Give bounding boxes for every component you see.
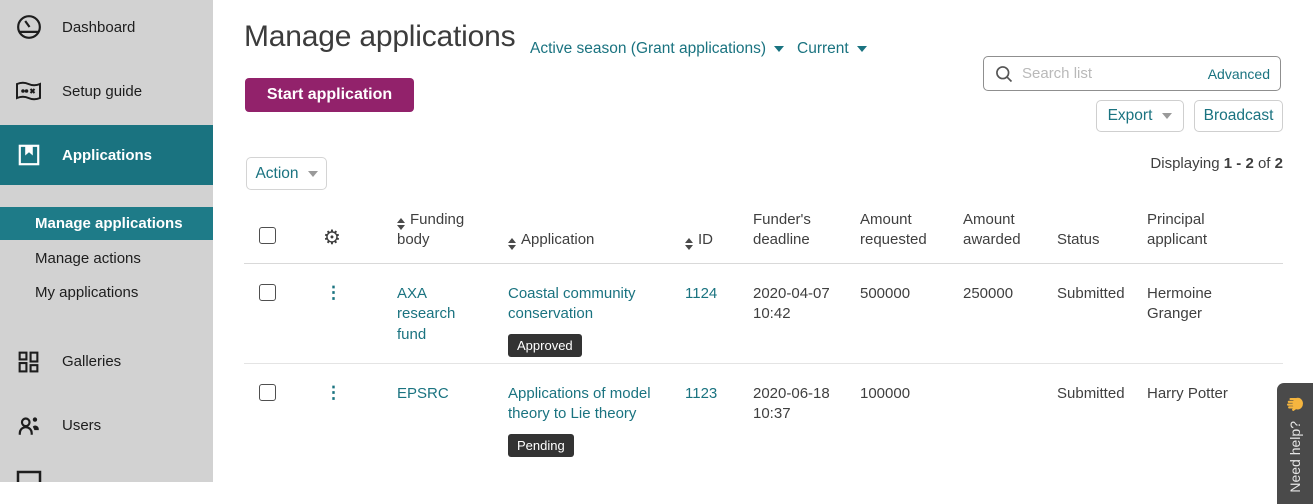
bookmark-icon <box>15 142 42 169</box>
sort-icon[interactable] <box>508 237 516 250</box>
sidebar-item-partial[interactable] <box>0 470 213 482</box>
start-application-button[interactable]: Start application <box>245 78 414 112</box>
sidebar-item-label: Users <box>62 416 102 434</box>
column-header-id[interactable]: ID <box>685 230 753 263</box>
sidebar-subitem-label: My applications <box>35 284 139 301</box>
dashboard-icon <box>15 14 42 41</box>
column-header-funding-body[interactable]: Funding body <box>397 210 508 264</box>
sidebar-item-label: Dashboard <box>62 18 136 36</box>
row-menu-kebab-icon[interactable]: ⋮ <box>323 384 342 401</box>
column-header-amount-requested: Amount requested <box>860 210 927 248</box>
sidebar-item-applications[interactable]: Applications <box>0 125 213 185</box>
chevron-down-icon <box>856 46 867 52</box>
amount-awarded-value <box>963 364 1057 464</box>
sidebar-subitem-my-applications[interactable]: My applications <box>0 276 213 309</box>
status-value: Submitted <box>1057 285 1125 302</box>
chevron-down-icon <box>1162 113 1173 119</box>
funding-body-link[interactable]: AXA research fund <box>397 285 455 343</box>
amount-requested-value: 500000 <box>860 285 911 302</box>
status-badge: Pending <box>508 433 574 458</box>
page-title: Manage applications <box>244 20 516 53</box>
row-menu-kebab-icon[interactable]: ⋮ <box>323 284 342 301</box>
amount-awarded-value: 250000 <box>963 285 1014 302</box>
column-header-application[interactable]: Application <box>508 230 685 263</box>
search-input[interactable] <box>1022 65 1208 82</box>
table-row: ⋮ AXA research fund Coastal community co… <box>244 264 1283 364</box>
view-selector-dropdown[interactable]: Current <box>797 40 867 58</box>
action-dropdown-button[interactable]: Action <box>246 157 327 190</box>
sidebar-item-dashboard[interactable]: Dashboard <box>0 7 213 47</box>
row-checkbox[interactable] <box>259 384 276 401</box>
sort-icon[interactable] <box>397 217 405 230</box>
column-header-principal-applicant: Principal applicant <box>1147 210 1208 248</box>
application-link[interactable]: Coastal community conservation <box>508 285 636 322</box>
application-id-link[interactable]: 1124 <box>685 285 717 302</box>
row-checkbox[interactable] <box>259 284 276 301</box>
status-badge: Approved <box>508 333 582 358</box>
applications-table: ⚙ Funding body Application ID Funder's d… <box>244 200 1283 464</box>
clipped-icon <box>15 463 42 490</box>
sidebar: Dashboard Setup guide Applications Manag… <box>0 0 213 482</box>
sidebar-item-label: Galleries <box>62 352 122 370</box>
application-link[interactable]: Applications of model theory to Lie theo… <box>508 385 651 422</box>
users-icon <box>15 412 42 439</box>
application-id-link[interactable]: 1123 <box>685 385 717 402</box>
funding-body-link[interactable]: EPSRC <box>397 385 449 402</box>
sort-icon[interactable] <box>685 237 693 250</box>
sidebar-item-setup-guide[interactable]: Setup guide <box>0 71 213 111</box>
column-header-status: Status <box>1057 230 1100 248</box>
sidebar-subitem-label: Manage actions <box>35 250 141 267</box>
table-header-row: ⚙ Funding body Application ID Funder's d… <box>244 200 1283 264</box>
sidebar-subitem-label: Manage applications <box>35 215 183 232</box>
main-content: Manage applications Active season (Grant… <box>213 0 1313 482</box>
waving-hand-icon <box>1287 397 1303 411</box>
column-settings-gear-icon[interactable]: ⚙ <box>323 228 341 248</box>
sidebar-item-label: Applications <box>62 146 153 164</box>
broadcast-button[interactable]: Broadcast <box>1194 100 1283 132</box>
status-value: Submitted <box>1057 385 1125 402</box>
chevron-down-icon <box>774 46 785 52</box>
sidebar-item-label: Setup guide <box>62 82 143 100</box>
sidebar-item-galleries[interactable]: Galleries <box>0 341 213 381</box>
sidebar-subitem-manage-applications[interactable]: Manage applications <box>0 207 213 240</box>
displaying-count: Displaying 1 - 2 of 2 <box>1150 155 1283 172</box>
advanced-search-link[interactable]: Advanced <box>1208 66 1270 82</box>
map-icon <box>15 78 42 105</box>
select-all-checkbox[interactable] <box>259 226 276 244</box>
sidebar-subitem-manage-actions[interactable]: Manage actions <box>0 242 213 275</box>
galleries-icon <box>15 348 42 375</box>
chevron-down-icon <box>307 170 318 177</box>
search-icon <box>994 64 1014 84</box>
funders-deadline-value: 2020-06-18 10:37 <box>753 385 830 423</box>
season-selector-dropdown[interactable]: Active season (Grant applications) <box>530 40 785 58</box>
need-help-tab[interactable]: Need help? <box>1277 383 1313 504</box>
sidebar-item-users[interactable]: Users <box>0 405 213 445</box>
column-header-amount-awarded: Amount awarded <box>963 210 1021 248</box>
table-row: ⋮ EPSRC Applications of model theory to … <box>244 364 1283 464</box>
column-header-funders-deadline: Funder's deadline <box>753 210 811 248</box>
search-box: Advanced <box>983 56 1281 91</box>
funders-deadline-value: 2020-04-07 10:42 <box>753 285 830 323</box>
principal-applicant-value: Hermoine Granger <box>1147 285 1213 323</box>
export-button[interactable]: Export <box>1096 100 1184 132</box>
amount-requested-value: 100000 <box>860 385 911 402</box>
principal-applicant-value: Harry Potter <box>1147 385 1228 402</box>
